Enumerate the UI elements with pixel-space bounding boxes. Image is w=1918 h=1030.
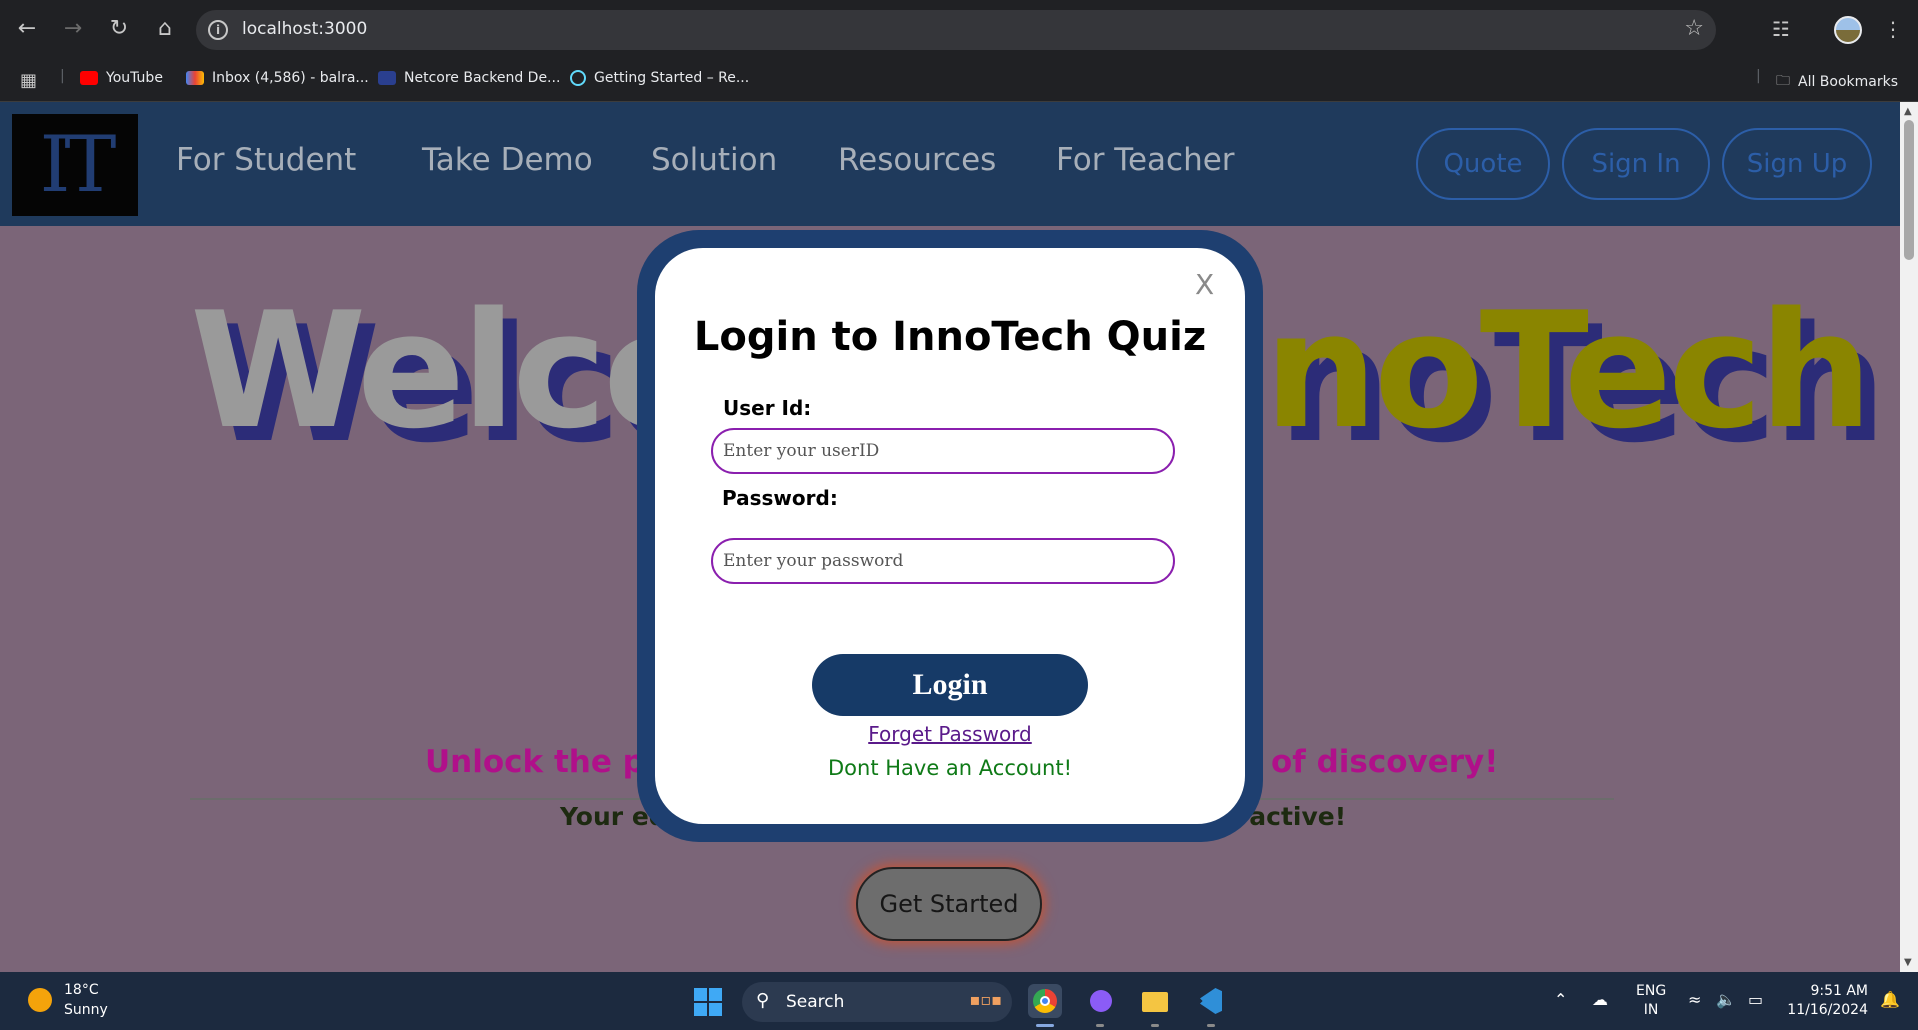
reload-icon[interactable]: ↻: [104, 14, 134, 44]
scroll-up-arrow-icon[interactable]: ▲: [1904, 106, 1912, 117]
hero-title-left: Welco: [190, 277, 713, 464]
volume-icon[interactable]: 🔈: [1716, 990, 1736, 1009]
chrome-icon[interactable]: [1028, 984, 1062, 1018]
page-viewport: IT For Student Take Demo Solution Resour…: [0, 102, 1900, 972]
weather-temp[interactable]: 18°C: [64, 982, 99, 998]
site-logo[interactable]: IT: [12, 114, 138, 216]
hero-title-right: noTech: [1263, 277, 1873, 464]
all-bookmarks[interactable]: 🗀 All Bookmarks: [1776, 70, 1898, 94]
file-explorer-icon[interactable]: [1138, 984, 1172, 1018]
sign-up-button[interactable]: Sign Up: [1722, 128, 1872, 200]
modal-title: Login to InnoTech Quiz: [693, 314, 1207, 360]
menu-kebab-icon[interactable]: ⋮: [1880, 16, 1906, 42]
user-id-input[interactable]: [711, 428, 1175, 474]
nav-take-demo[interactable]: Take Demo: [422, 142, 593, 178]
nav-for-teacher[interactable]: For Teacher: [1056, 142, 1235, 178]
page-scrollbar[interactable]: ▲ ▼: [1900, 102, 1918, 972]
netcore-icon: [378, 71, 396, 85]
bookmark-gmail[interactable]: Inbox (4,586) - balra...: [186, 70, 369, 86]
bookmarks-bar: ▦ | YouTube Inbox (4,586) - balra... Net…: [0, 60, 1918, 102]
bookmark-label: Inbox (4,586) - balra...: [212, 70, 369, 86]
wifi-icon[interactable]: ≈: [1688, 990, 1701, 1009]
browser-toolbar: ← → ↻ ⌂ i localhost:3000 ☆ ☷ ⋮: [0, 0, 1918, 60]
forget-password-text[interactable]: Forget Password: [868, 722, 1032, 746]
url-text: localhost:3000: [242, 19, 368, 39]
taskbar: 18°C Sunny ⚲ Search ▪▫▪ ⌃ ☁ ENG IN ≈ 🔈 ▭…: [0, 972, 1918, 1030]
search-highlight-icon: ▪▫▪: [969, 990, 1002, 1009]
clock-time: 9:51 AM: [1810, 983, 1868, 999]
user-id-label: User Id:: [723, 396, 812, 420]
youtube-icon: [80, 71, 98, 85]
tagline-right: y of discovery!: [1240, 744, 1499, 780]
input-language[interactable]: ENG IN: [1636, 982, 1666, 1020]
bookmark-label: Netcore Backend De...: [404, 70, 561, 86]
apps-grid-icon[interactable]: ▦: [20, 70, 37, 91]
no-account-link[interactable]: Dont Have an Account!: [828, 756, 1072, 780]
bookmark-react[interactable]: Getting Started – Re...: [570, 70, 749, 86]
bookmark-label: YouTube: [106, 70, 163, 86]
forget-password-link: Forget Password: [655, 722, 1245, 746]
quote-button[interactable]: Quote: [1416, 128, 1550, 200]
nav-for-student[interactable]: For Student: [176, 142, 356, 178]
taskbar-search[interactable]: ⚲ Search ▪▫▪: [742, 982, 1012, 1022]
password-input[interactable]: [711, 538, 1175, 584]
cloud-icon[interactable]: ☁: [1592, 990, 1608, 1009]
bookmark-youtube[interactable]: YouTube: [80, 70, 163, 86]
app-indicator: [1096, 1024, 1104, 1027]
login-modal: X Login to InnoTech Quiz User Id: Passwo…: [655, 248, 1245, 824]
scroll-down-arrow-icon[interactable]: ▼: [1904, 957, 1912, 968]
bookmark-netcore[interactable]: Netcore Backend De...: [378, 70, 560, 86]
login-button[interactable]: Login: [812, 654, 1088, 716]
language-code: ENG: [1636, 983, 1667, 999]
react-icon: [570, 70, 586, 86]
close-icon[interactable]: X: [1195, 268, 1214, 301]
search-icon: ⚲: [756, 990, 770, 1011]
password-label: Password:: [722, 486, 838, 510]
bookmark-separator: |: [1756, 68, 1761, 84]
site-info-icon[interactable]: i: [208, 20, 228, 40]
weather-condition[interactable]: Sunny: [64, 1002, 108, 1018]
gmail-icon: [186, 71, 204, 85]
nav-resources[interactable]: Resources: [838, 142, 996, 178]
battery-icon[interactable]: ▭: [1748, 990, 1763, 1009]
sun-icon[interactable]: [28, 988, 52, 1012]
login-modal-frame: X Login to InnoTech Quiz User Id: Passwo…: [637, 230, 1263, 842]
profile-avatar[interactable]: [1834, 16, 1862, 44]
bookmark-star-icon[interactable]: ☆: [1684, 16, 1704, 41]
nav-solution[interactable]: Solution: [651, 142, 777, 178]
scrollbar-thumb[interactable]: [1904, 120, 1914, 260]
windows-start-icon[interactable]: [694, 988, 722, 1016]
no-account-text: Dont Have an Account!: [655, 756, 1245, 780]
sign-in-button[interactable]: Sign In: [1562, 128, 1710, 200]
site-header: IT For Student Take Demo Solution Resour…: [0, 102, 1900, 226]
github-desktop-icon[interactable]: [1084, 984, 1118, 1018]
system-clock[interactable]: 9:51 AM 11/16/2024: [1786, 982, 1868, 1020]
address-bar[interactable]: i localhost:3000 ☆: [196, 10, 1716, 50]
clock-date: 11/16/2024: [1787, 1002, 1868, 1018]
vscode-icon[interactable]: [1194, 984, 1228, 1018]
bookmark-label: Getting Started – Re...: [594, 70, 750, 86]
folder-icon: 🗀: [1776, 73, 1790, 89]
extensions-icon[interactable]: ☷: [1768, 16, 1794, 42]
chrome-active-indicator: [1036, 1024, 1054, 1027]
home-icon[interactable]: ⌂: [150, 14, 180, 44]
forward-arrow-icon[interactable]: →: [58, 14, 88, 44]
app-indicator: [1207, 1024, 1215, 1027]
search-label: Search: [786, 992, 845, 1012]
region-code: IN: [1643, 1002, 1659, 1018]
chevron-up-icon[interactable]: ⌃: [1554, 990, 1567, 1009]
get-started-button[interactable]: Get Started: [856, 867, 1042, 941]
app-indicator: [1151, 1024, 1159, 1027]
back-arrow-icon[interactable]: ←: [12, 14, 42, 44]
bookmark-separator: |: [60, 68, 65, 84]
all-bookmarks-label: All Bookmarks: [1798, 74, 1899, 90]
notification-bell-icon[interactable]: 🔔: [1880, 990, 1900, 1009]
